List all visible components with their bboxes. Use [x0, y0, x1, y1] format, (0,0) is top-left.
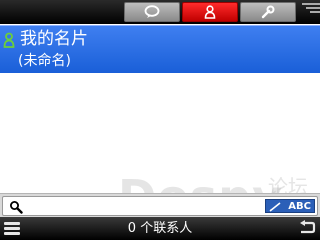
tab-tools[interactable] — [240, 2, 296, 22]
contact-person-icon — [3, 32, 15, 48]
person-icon — [204, 5, 216, 19]
pen-icon — [269, 202, 281, 212]
back-arrow-icon[interactable] — [298, 220, 316, 236]
search-field[interactable]: ABC — [2, 196, 318, 216]
contacts-count: 0 个联系人 — [127, 221, 193, 236]
tab-chat[interactable] — [124, 2, 180, 22]
search-bar: ABC — [0, 193, 320, 217]
speech-bubble-icon — [144, 5, 160, 18]
bottom-softkey-bar: 0 个联系人 — [0, 217, 320, 240]
input-mode-indicator: ABC — [265, 199, 315, 213]
top-tab-bar — [0, 0, 320, 24]
signal-icon — [302, 3, 320, 19]
card-name: 我的名片 — [20, 29, 88, 49]
tab-contacts[interactable] — [182, 2, 238, 22]
search-input[interactable] — [27, 198, 263, 214]
card-subtitle: (未命名) — [18, 53, 71, 69]
my-card-row[interactable]: 我的名片 (未命名) — [0, 25, 320, 73]
wrench-icon — [261, 5, 275, 19]
input-mode-label: ABC — [288, 200, 311, 212]
search-icon — [10, 201, 23, 214]
